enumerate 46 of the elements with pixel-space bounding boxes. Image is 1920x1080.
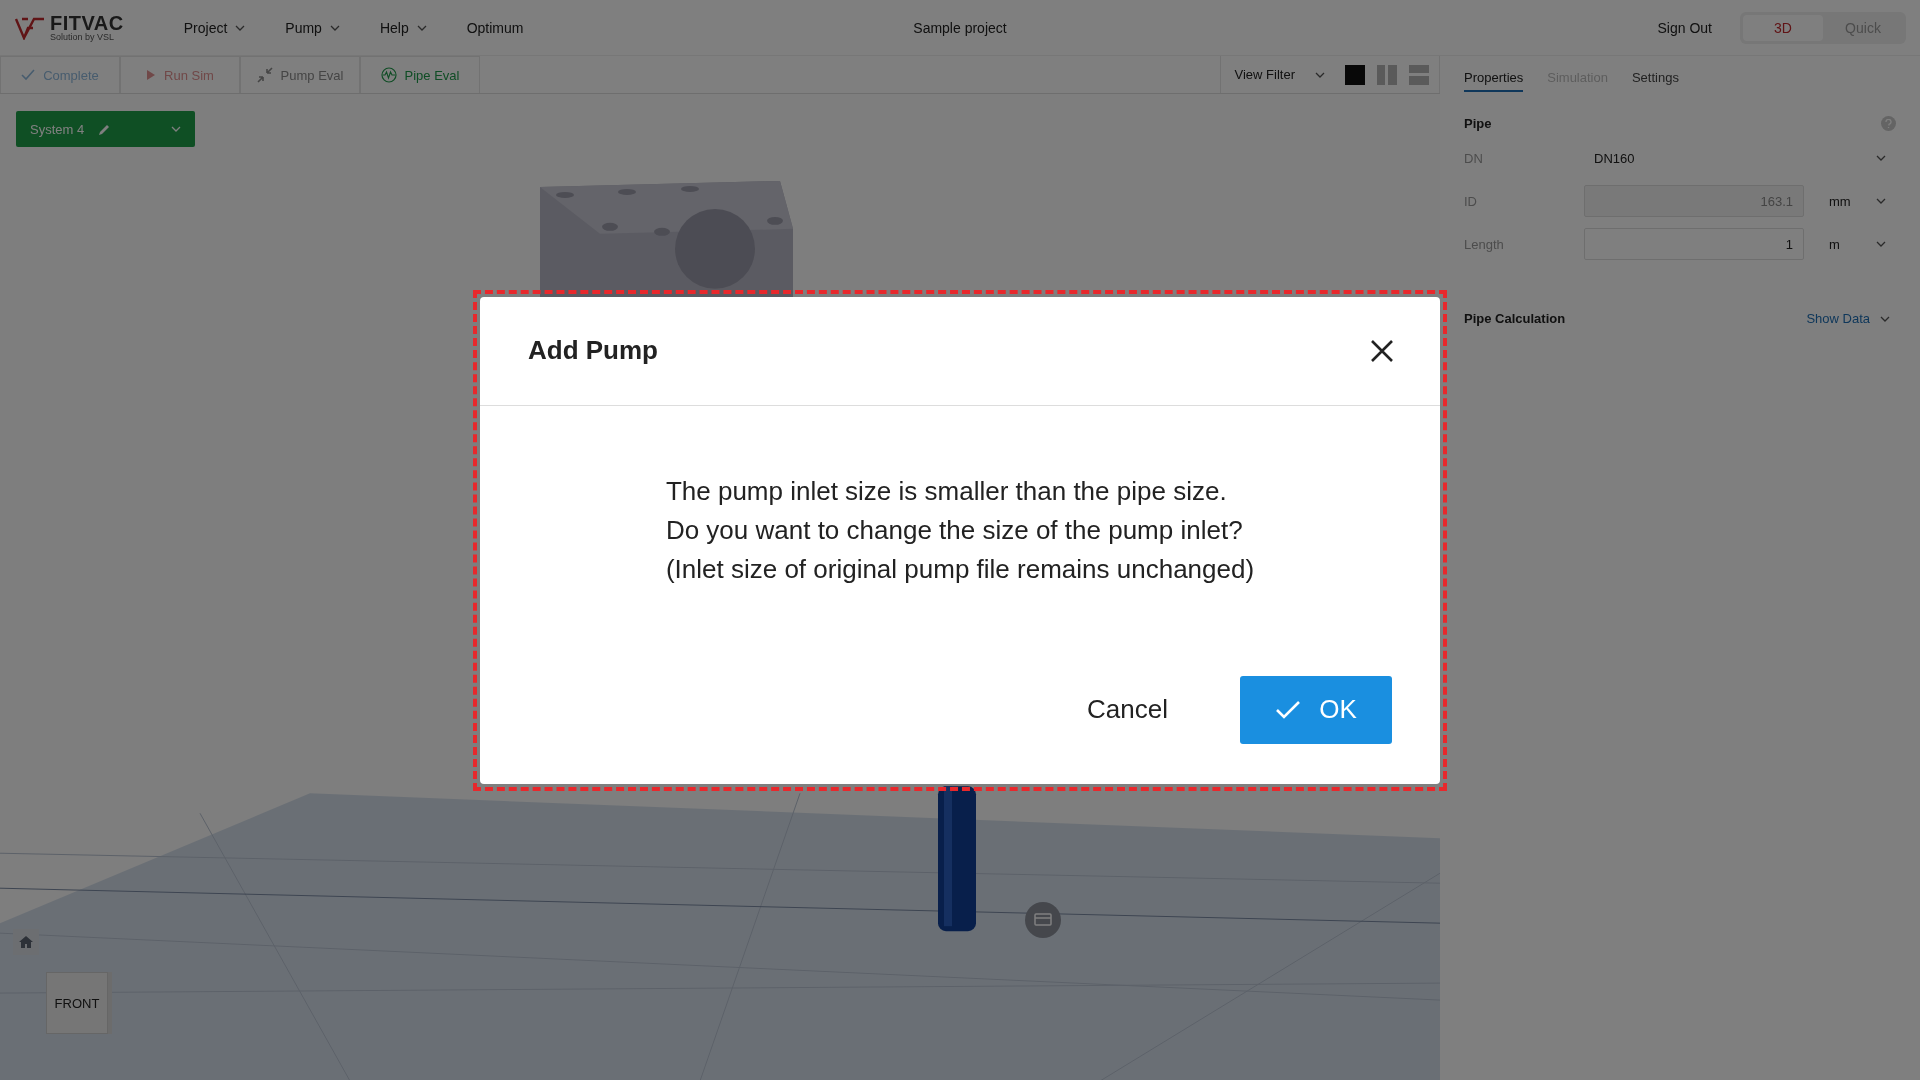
project-title: Sample project [913,19,1007,36]
chevron-down-icon [171,126,181,132]
panel-tab[interactable]: Properties [1464,70,1524,92]
dialog-title: Add Pump [528,335,658,366]
compress-arrows-icon [256,67,273,83]
menu-item[interactable]: Optimum [446,19,544,36]
menu-item[interactable]: Pump [265,19,360,36]
toolbar-button[interactable]: Pump Eval [240,56,360,93]
dialog-message: Do you want to change the size of the pump inlet? [665,514,1244,547]
ok-button[interactable]: OK [1240,675,1392,744]
window-icon [1034,912,1052,928]
dialog-message: (Inlet size of original pump file remains unchanged) [665,553,1255,586]
check-icon [1275,699,1302,720]
chevron-down-icon [1876,198,1886,204]
home-button[interactable] [13,929,39,955]
section-title: Pipe [1464,116,1492,131]
sign-out-link[interactable]: Sign Out [1651,18,1718,37]
dn-select[interactable]: DN160 [1584,150,1896,166]
chevron-down-icon [1876,241,1886,247]
pencil-icon [98,122,112,136]
home-icon [18,935,34,949]
pulse-circle-icon [380,67,397,83]
logo-text: FITVAC [50,13,124,33]
section-title: Pipe Calculation [1464,311,1566,326]
panel-tab[interactable]: Settings [1631,70,1679,92]
close-button[interactable] [1370,338,1394,363]
view-filter-dropdown[interactable]: View Filter [1234,67,1325,82]
mode-option[interactable]: 3D [1743,14,1823,41]
check-icon [21,69,36,81]
toolbar-button[interactable]: Pipe Eval [360,56,480,93]
menu-item[interactable]: Help [359,19,447,36]
system-selector[interactable]: System 4 [16,111,195,147]
chevron-down-icon [1315,71,1325,78]
layout-icon[interactable] [1345,64,1365,85]
close-icon [1370,338,1394,363]
menu-item[interactable]: Project [163,19,266,36]
chevron-down-icon [1880,315,1890,322]
unit-select[interactable]: m [1804,236,1896,252]
chevron-down-icon [1876,155,1886,161]
logo-tagline: Solution by VSL [50,33,116,42]
input-field[interactable]: 1 [1584,228,1804,260]
help-icon[interactable] [1881,116,1896,131]
logo-icon [14,15,46,40]
show-data-link[interactable]: Show Data [1800,310,1896,327]
play-icon [146,69,157,81]
dialog-message: The pump inlet size is smaller than the pipe size. [665,475,1228,508]
